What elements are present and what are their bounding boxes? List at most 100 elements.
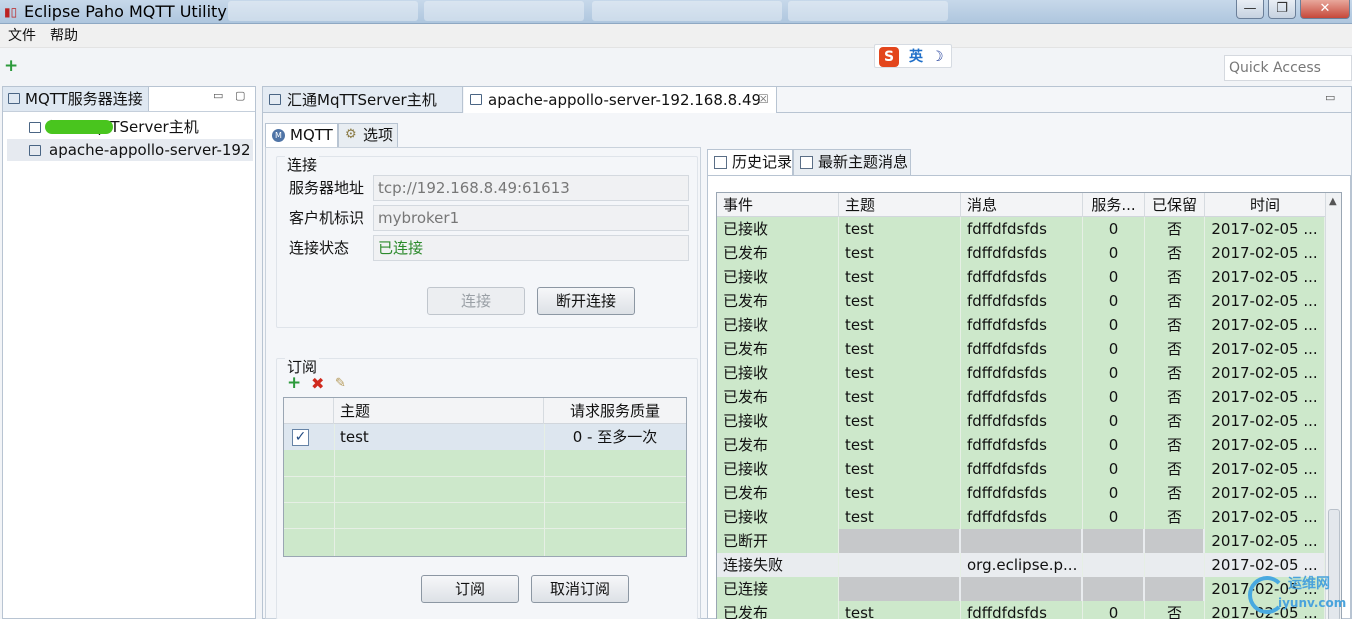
subscribe-button[interactable]: 订阅	[421, 575, 519, 603]
server-icon	[29, 145, 41, 156]
qos-cell[interactable]: 0 - 至多一次	[544, 424, 686, 450]
history-cell-qos: 0	[1083, 289, 1145, 313]
minimize-view-icon[interactable]: ▭	[213, 89, 223, 103]
column-header	[284, 398, 334, 424]
history-row[interactable]: 已连接 2017-02-05 ...	[717, 577, 1325, 601]
history-row[interactable]: 已接收 test fdffdfdsfds 0 否 2017-02-05 ...	[717, 313, 1325, 337]
history-cell-topic	[839, 553, 961, 577]
history-cell-event: 已接收	[717, 217, 839, 241]
history-row[interactable]: 已断开 2017-02-05 ...	[717, 529, 1325, 553]
table-row[interactable]: ✓ test 0 - 至多一次	[284, 424, 686, 450]
scroll-up-icon[interactable]: ▲	[1329, 196, 1337, 208]
column-header[interactable]: 时间	[1205, 193, 1325, 217]
tab-connection-huitong[interactable]: 汇通MqTTServer主机	[263, 87, 463, 113]
column-header[interactable]: 服务...	[1083, 193, 1145, 217]
server-icon	[8, 93, 20, 104]
subscription-checkbox[interactable]: ✓	[292, 429, 309, 446]
history-cell-event: 已发布	[717, 241, 839, 265]
history-row[interactable]: 已接收 test fdffdfdsfds 0 否 2017-02-05 ...	[717, 361, 1325, 385]
history-row[interactable]: 连接失败 org.eclipse.p... 2017-02-05 ...	[717, 553, 1325, 577]
history-cell-qos: 0	[1083, 433, 1145, 457]
tree-node-connection[interactable]: apache-appollo-server-192	[7, 139, 253, 161]
history-table: 事件 主题 消息 服务... 已保留 时间 已接收 test fdffdfdsfds…	[716, 192, 1342, 619]
history-cell-time: 2017-02-05 ...	[1205, 241, 1325, 265]
window-title: Eclipse Paho MQTT Utility	[24, 2, 227, 21]
history-row[interactable]: 已接收 test fdffdfdsfds 0 否 2017-02-05 ...	[717, 265, 1325, 289]
tab-mqtt[interactable]: M MQTT	[265, 123, 338, 147]
column-header[interactable]: 事件	[717, 193, 839, 217]
background-taskbar-tab	[788, 1, 948, 21]
history-cell-time: 2017-02-05 ...	[1205, 457, 1325, 481]
history-cell-retained	[1145, 553, 1205, 577]
history-row[interactable]: 已发布 test fdffdfdsfds 0 否 2017-02-05 ...	[717, 241, 1325, 265]
delete-icon[interactable]: ✖	[311, 376, 324, 392]
close-window-button[interactable]: ✕	[1300, 0, 1350, 19]
connect-button[interactable]: 连接	[427, 287, 525, 315]
ime-status-bar[interactable]: S 英 ☽	[874, 44, 952, 68]
subscription-group: 订阅 + ✖ ✎ 主题 请求服务质量 ✓ test 0 - 至多一次 订阅 取消…	[276, 357, 698, 619]
history-row[interactable]: 已接收 test fdffdfdsfds 0 否 2017-02-05 ...	[717, 409, 1325, 433]
vertical-scrollbar[interactable]: ▲	[1325, 193, 1341, 619]
clear-icon[interactable]: ✎	[335, 376, 346, 392]
column-header[interactable]: 消息	[961, 193, 1083, 217]
server-address-field[interactable]: tcp://192.168.8.49:61613	[373, 175, 689, 201]
menu-help[interactable]: 帮助	[50, 27, 78, 45]
column-header[interactable]: 主题	[334, 398, 544, 424]
tab-latest-messages[interactable]: 最新主题消息	[793, 149, 911, 175]
history-row[interactable]: 已接收 test fdffdfdsfds 0 否 2017-02-05 ...	[717, 457, 1325, 481]
history-cell-event: 已接收	[717, 457, 839, 481]
server-icon	[470, 94, 482, 105]
history-row[interactable]: 已发布 test fdffdfdsfds 0 否 2017-02-05 ...	[717, 289, 1325, 313]
unsubscribe-button[interactable]: 取消订阅	[531, 575, 629, 603]
column-header[interactable]: 请求服务质量	[544, 398, 686, 424]
maximize-view-icon[interactable]: ▢	[235, 89, 245, 103]
history-cell-message	[961, 529, 1083, 553]
history-cell-event: 已接收	[717, 265, 839, 289]
add-connection-icon[interactable]: +	[4, 58, 18, 75]
history-cell-event: 已发布	[717, 601, 839, 619]
client-id-field[interactable]: mybroker1	[373, 205, 689, 231]
history-cell-qos: 0	[1083, 241, 1145, 265]
history-tabs: 历史记录 最新主题消息	[707, 149, 1351, 175]
history-cell-message: fdffdfdsfds	[961, 601, 1083, 619]
history-cell-qos: 0	[1083, 313, 1145, 337]
minimize-editor-icon[interactable]: ▭	[1325, 91, 1335, 105]
history-cell-event: 已接收	[717, 409, 839, 433]
tab-options[interactable]: ⚙ 选项	[338, 123, 398, 147]
history-cell-event: 已发布	[717, 337, 839, 361]
history-row[interactable]: 已发布 test fdffdfdsfds 0 否 2017-02-05 ...	[717, 601, 1325, 619]
history-cell-message: fdffdfdsfds	[961, 385, 1083, 409]
history-row[interactable]: 已发布 test fdffdfdsfds 0 否 2017-02-05 ...	[717, 433, 1325, 457]
history-cell-time: 2017-02-05 ...	[1205, 481, 1325, 505]
history-row[interactable]: 已发布 test fdffdfdsfds 0 否 2017-02-05 ...	[717, 481, 1325, 505]
tree-node-connection[interactable]: 汇通MqTTServer主机	[7, 116, 253, 138]
history-row[interactable]: 已接收 test fdffdfdsfds 0 否 2017-02-05 ...	[717, 505, 1325, 529]
tab-history[interactable]: 历史记录	[707, 149, 793, 175]
background-taskbar-tab	[424, 1, 584, 21]
history-row[interactable]: 已发布 test fdffdfdsfds 0 否 2017-02-05 ...	[717, 337, 1325, 361]
history-cell-event: 已接收	[717, 505, 839, 529]
history-cell-message	[961, 577, 1083, 601]
tab-label: MQTT	[290, 126, 333, 144]
history-cell-retained: 否	[1145, 505, 1205, 529]
close-tab-icon[interactable]: ☒	[758, 91, 769, 107]
history-row[interactable]: 已接收 test fdffdfdsfds 0 否 2017-02-05 ...	[717, 217, 1325, 241]
history-row[interactable]: 已发布 test fdffdfdsfds 0 否 2017-02-05 ...	[717, 385, 1325, 409]
tab-mqtt-connections[interactable]: MQTT服务器连接	[3, 87, 149, 111]
history-cell-retained: 否	[1145, 457, 1205, 481]
column-header[interactable]: 主题	[839, 193, 961, 217]
history-cell-message: fdffdfdsfds	[961, 337, 1083, 361]
disconnect-button[interactable]: 断开连接	[537, 287, 635, 315]
history-cell-qos: 0	[1083, 601, 1145, 619]
minimize-button[interactable]: —	[1236, 0, 1264, 19]
quick-access-input[interactable]: Quick Access	[1224, 55, 1352, 81]
mqtt-icon: M	[272, 129, 285, 142]
table-header: 事件 主题 消息 服务... 已保留 时间	[717, 193, 1325, 217]
menu-file[interactable]: 文件	[8, 27, 36, 45]
history-cell-topic: test	[839, 361, 961, 385]
history-cell-event: 已发布	[717, 481, 839, 505]
maximize-button[interactable]: ❐	[1268, 0, 1296, 19]
add-icon[interactable]: +	[287, 375, 301, 392]
column-header[interactable]: 已保留	[1145, 193, 1205, 217]
tab-connection-apollo[interactable]: apache-appollo-server-192.168.8.49 ☒	[464, 87, 777, 113]
